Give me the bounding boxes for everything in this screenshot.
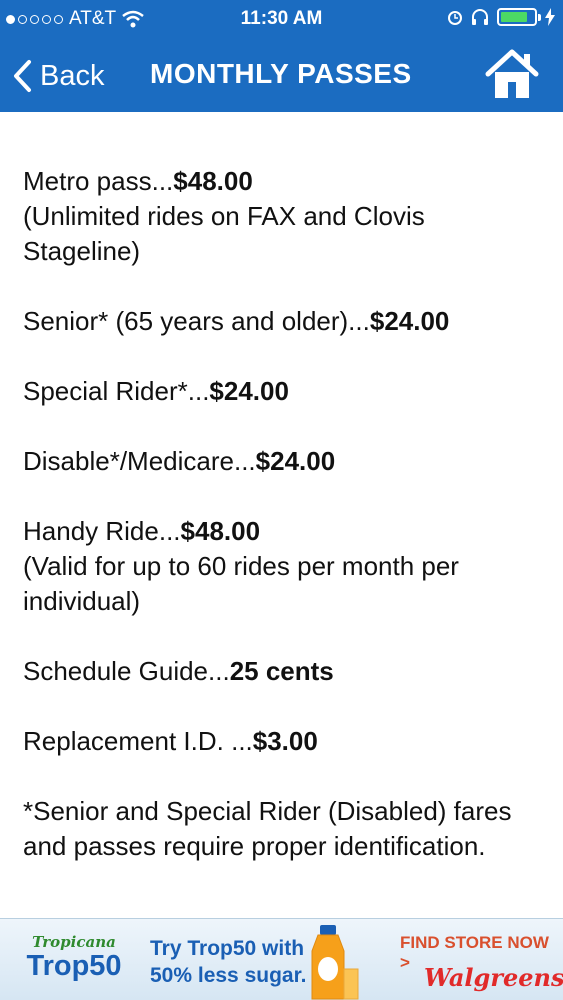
fare-item-schedule-guide: Schedule Guide...25 cents xyxy=(23,654,548,689)
ad-line-2: 50% less sugar. xyxy=(150,964,307,987)
fare-label: Handy Ride... xyxy=(23,516,181,546)
ad-line-1: Try Trop50 with xyxy=(150,937,305,960)
ad-store-logo: Walgreens xyxy=(424,963,563,992)
fare-label: Schedule Guide... xyxy=(23,656,230,686)
fare-price: $24.00 xyxy=(369,306,450,336)
home-icon[interactable] xyxy=(484,46,540,102)
fare-note: (Unlimited rides on FAX and Clovis Stage… xyxy=(23,201,425,266)
fare-price: $48.00 xyxy=(180,516,261,546)
fare-label: Special Rider*... xyxy=(23,376,210,406)
battery-icon xyxy=(497,8,541,26)
ad-brand-small: Tropicana xyxy=(32,933,116,951)
fare-item-senior: Senior* (65 years and older)...$24.00 xyxy=(23,304,548,339)
fare-list: Metro pass...$48.00 (Unlimited rides on … xyxy=(23,164,548,899)
fare-label: Replacement I.D. ... xyxy=(23,726,253,756)
fare-note: (Valid for up to 60 rides per month per … xyxy=(23,551,459,616)
status-bar: AT&T 11:30 AM xyxy=(0,0,563,38)
fare-label: Disable*/Medicare... xyxy=(23,446,256,476)
fare-price: $24.00 xyxy=(255,446,336,476)
fare-item-disable-medicare: Disable*/Medicare...$24.00 xyxy=(23,444,548,479)
chevron-left-icon xyxy=(14,60,31,92)
fare-item-replacement-id: Replacement I.D. ...$3.00 xyxy=(23,724,548,759)
fare-item-metro-pass: Metro pass...$48.00 (Unlimited rides on … xyxy=(23,164,548,269)
footnote: *Senior and Special Rider (Disabled) far… xyxy=(23,796,512,861)
headphones-icon xyxy=(472,9,488,25)
page-title: MONTHLY PASSES xyxy=(150,58,412,89)
ad-brand-logo: Tropicana Trop50 xyxy=(14,933,134,981)
fare-price: $24.00 xyxy=(209,376,289,406)
fare-price: $48.00 xyxy=(173,166,253,196)
navigation-bar: Back MONTHLY PASSES xyxy=(0,38,563,112)
back-label: Back xyxy=(40,59,105,92)
charging-bolt-icon xyxy=(545,8,555,26)
ad-brand-big: Trop50 xyxy=(26,950,122,982)
status-icons xyxy=(447,8,555,26)
fare-item-handy-ride: Handy Ride...$48.00 (Valid for up to 60 … xyxy=(23,514,548,619)
juice-bottle-icon xyxy=(311,925,359,1000)
alarm-icon xyxy=(448,11,462,25)
fare-price: 25 cents xyxy=(229,656,334,686)
fare-item-special-rider: Special Rider*...$24.00 xyxy=(23,374,548,409)
fare-label: Senior* (65 years and older)... xyxy=(23,306,370,336)
ad-copy: Try Trop50 with 50% less sugar. xyxy=(150,935,306,989)
ad-banner[interactable]: Tropicana Trop50 Try Trop50 with 50% les… xyxy=(0,918,563,1000)
fare-price: $3.00 xyxy=(252,726,318,756)
back-button[interactable]: Back xyxy=(12,56,104,96)
fare-label: Metro pass... xyxy=(23,166,174,196)
